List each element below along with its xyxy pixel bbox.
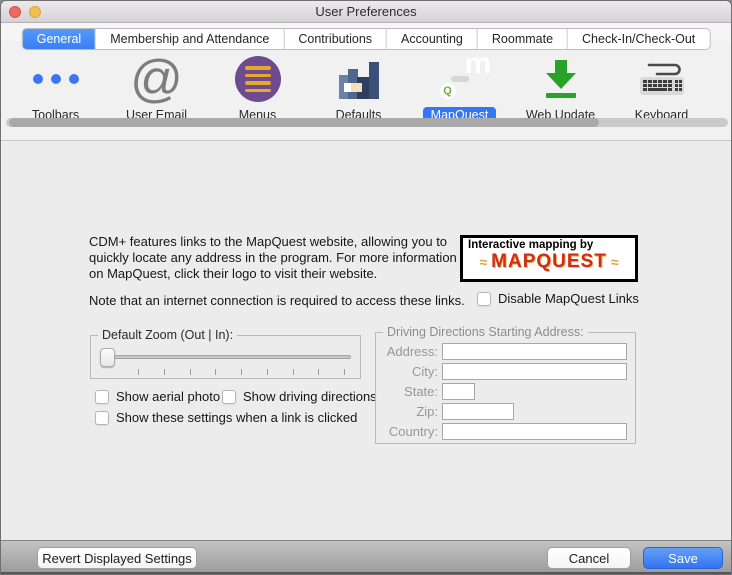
show-aerial-photo-row: Show aerial photo bbox=[95, 389, 220, 404]
cancel-button[interactable]: Cancel bbox=[547, 547, 631, 569]
toolbar-item-defaults[interactable]: Defaults bbox=[308, 53, 409, 123]
show-settings-on-click-checkbox[interactable] bbox=[95, 411, 109, 425]
preferences-tab-bar: General Membership and Attendance Contri… bbox=[22, 28, 711, 50]
mapquest-logo-brand: MAPQUEST bbox=[491, 251, 607, 273]
show-driving-directions-label: Show driving directions bbox=[243, 389, 377, 404]
menus-icon bbox=[235, 56, 281, 102]
disable-mapquest-links-checkbox[interactable] bbox=[477, 292, 491, 306]
email-at-icon: @ bbox=[130, 55, 183, 103]
tab-roommate[interactable]: Roommate bbox=[478, 29, 568, 49]
toolbar-horizontal-scrollbar[interactable] bbox=[6, 118, 728, 127]
country-row: Country: bbox=[376, 423, 627, 440]
city-label: City: bbox=[376, 364, 442, 379]
tab-membership-and-attendance[interactable]: Membership and Attendance bbox=[96, 29, 284, 49]
toolbars-icon bbox=[33, 74, 79, 84]
intro-text: CDM+ features links to the MapQuest webs… bbox=[89, 234, 467, 320]
default-zoom-group: Default Zoom (Out | In): bbox=[90, 335, 361, 379]
state-row: State: bbox=[376, 383, 627, 400]
address-label: Address: bbox=[376, 344, 442, 359]
mapquest-settings-pane: CDM+ features links to the MapQuest webs… bbox=[1, 142, 731, 540]
footer-bar: Revert Displayed Settings Cancel Save bbox=[1, 540, 731, 574]
toolbar-item-toolbars[interactable]: Toolbars bbox=[5, 53, 106, 123]
mapquest-logo-caption: Interactive mapping by bbox=[468, 239, 630, 251]
zip-field[interactable] bbox=[442, 403, 514, 420]
show-aerial-photo-checkbox[interactable] bbox=[95, 390, 109, 404]
address-row: Address: bbox=[376, 343, 627, 360]
toolbar-item-user-email[interactable]: @ User Email bbox=[106, 53, 207, 123]
toolbar-item-keyboard[interactable]: Keyboard bbox=[611, 53, 712, 123]
state-field[interactable] bbox=[442, 383, 475, 400]
show-settings-on-click-label: Show these settings when a link is click… bbox=[116, 410, 357, 425]
title-bar: User Preferences bbox=[1, 1, 731, 23]
logo-dash-left: ≈ bbox=[479, 254, 487, 270]
city-row: City: bbox=[376, 363, 627, 380]
internet-note: Note that an internet connection is requ… bbox=[89, 293, 467, 309]
defaults-factory-icon bbox=[337, 57, 381, 101]
mapquest-logo[interactable]: Interactive mapping by ≈ MAPQUEST ≈ bbox=[460, 235, 638, 282]
driving-directions-legend: Driving Directions Starting Address: bbox=[383, 325, 588, 339]
zip-label: Zip: bbox=[376, 404, 442, 419]
zip-row: Zip: bbox=[376, 403, 627, 420]
revert-displayed-settings-button[interactable]: Revert Displayed Settings bbox=[37, 547, 197, 569]
state-label: State: bbox=[376, 384, 442, 399]
show-driving-directions-row: Show driving directions bbox=[222, 389, 377, 404]
show-aerial-photo-label: Show aerial photo bbox=[116, 389, 220, 404]
intro-paragraph: CDM+ features links to the MapQuest webs… bbox=[89, 234, 467, 282]
toolbar-item-web-update[interactable]: Web Update bbox=[510, 53, 611, 123]
toolbar-item-mapquest-selected[interactable]: m Q MapQuest bbox=[409, 53, 510, 123]
tab-contributions[interactable]: Contributions bbox=[284, 29, 387, 49]
keyboard-icon bbox=[637, 57, 687, 101]
driving-directions-address-group: Driving Directions Starting Address: Add… bbox=[375, 332, 636, 444]
show-settings-on-click-row: Show these settings when a link is click… bbox=[95, 410, 357, 425]
default-zoom-slider[interactable] bbox=[100, 348, 351, 374]
default-zoom-legend: Default Zoom (Out | In): bbox=[98, 328, 237, 342]
disable-mapquest-links-label: Disable MapQuest Links bbox=[498, 291, 639, 306]
tab-general[interactable]: General bbox=[23, 29, 96, 49]
country-field[interactable] bbox=[442, 423, 627, 440]
tab-accounting[interactable]: Accounting bbox=[387, 29, 478, 49]
user-preferences-window: User Preferences General Membership and … bbox=[0, 0, 732, 575]
logo-dash-right: ≈ bbox=[611, 254, 619, 270]
window-title: User Preferences bbox=[1, 1, 731, 23]
address-field[interactable] bbox=[442, 343, 627, 360]
disable-mapquest-links-row: Disable MapQuest Links bbox=[477, 291, 639, 306]
slider-thumb[interactable] bbox=[100, 348, 115, 367]
scrollbar-thumb[interactable] bbox=[9, 118, 599, 127]
preferences-icon-row: Toolbars @ User Email Menus Defaults bbox=[5, 53, 712, 123]
show-driving-directions-checkbox[interactable] bbox=[222, 390, 236, 404]
slider-ticks bbox=[138, 369, 345, 375]
toolbar-item-menus[interactable]: Menus bbox=[207, 53, 308, 123]
save-button[interactable]: Save bbox=[643, 547, 723, 569]
slider-groove[interactable] bbox=[100, 355, 351, 359]
tab-check-in-check-out[interactable]: Check-In/Check-Out bbox=[568, 29, 709, 49]
country-label: Country: bbox=[376, 424, 442, 439]
city-field[interactable] bbox=[442, 363, 627, 380]
web-update-download-icon bbox=[539, 57, 583, 101]
